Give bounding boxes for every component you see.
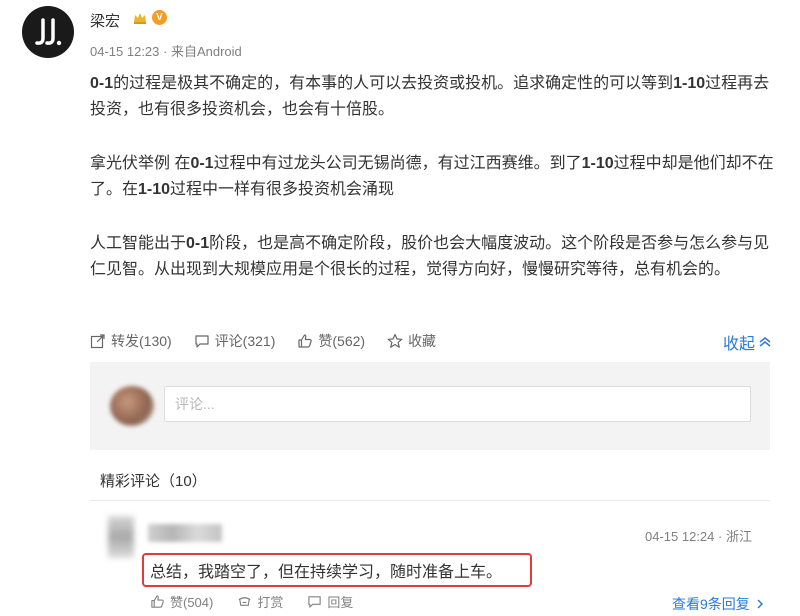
post-text: 人工智能出于 xyxy=(90,234,187,252)
star-icon xyxy=(387,333,403,348)
post-text: 过程中一样有很多投资机会涌现 xyxy=(170,181,395,199)
repost-icon xyxy=(90,334,105,349)
view-more-replies-link[interactable]: 查看9条回复 xyxy=(672,594,766,614)
avatar-logo-icon xyxy=(35,18,62,46)
post-paragraph: 人工智能出于0-1阶段，也是高不确定阶段，股价也会大幅度波动。这个阶段是否参与怎… xyxy=(90,231,780,284)
current-user-avatar xyxy=(110,386,154,426)
reply-icon xyxy=(308,596,322,608)
post-text: 的过程是极其不确定的，有本事的人可以去投资或投机。追求确定性的可以等到 xyxy=(113,75,674,92)
favorite-label: 收藏 xyxy=(408,333,437,349)
verified-v-icon: V xyxy=(152,10,167,25)
repost-button[interactable]: 转发(130) xyxy=(90,331,172,351)
post-bold-text: 1-10 xyxy=(673,75,706,92)
comment-button[interactable]: 评论(321) xyxy=(194,331,276,351)
post-bold-text: 0-1 xyxy=(90,75,114,92)
comment-highlight-box: 总结，我踏空了，但在持续学习，随时准备上车。 xyxy=(142,553,532,587)
gift-icon xyxy=(238,597,251,606)
comment-icon xyxy=(195,335,209,348)
comment-composer xyxy=(90,362,770,450)
post-paragraph: 拿光伏举例 在0-1过程中有过龙头公司无锡尚德，有过江西赛维。到了1-10过程中… xyxy=(90,151,780,204)
post-bold-text: 1-10 xyxy=(138,181,171,199)
chevron-right-icon xyxy=(757,599,763,609)
post-text: 过程中有过龙头公司无锡尚德，有过江西赛维。到了 xyxy=(213,154,582,172)
comment-tip-button[interactable]: 打赏 xyxy=(237,592,283,611)
more-replies-label: 查看9条回复 xyxy=(672,596,750,612)
comment-label: 评论(321) xyxy=(214,333,276,349)
post-paragraph: 0-1的过程是极其不确定的，有本事的人可以去投资或投机。追求确定性的可以等到1-… xyxy=(90,71,780,124)
comment-tip-label: 打赏 xyxy=(257,595,284,610)
post-meta: 04-15 12:23 · 来自Android xyxy=(90,41,242,60)
like-icon xyxy=(151,595,164,608)
post-bold-text: 1-10 xyxy=(581,154,614,172)
post-text: 拿光伏举例 在 xyxy=(90,154,191,172)
crown-icon xyxy=(134,13,146,24)
post-bold-text: 0-1 xyxy=(190,154,214,172)
comment-like-button[interactable]: 赞(504) xyxy=(150,592,213,611)
divider xyxy=(90,500,770,501)
collapse-label: 收起 xyxy=(722,336,755,353)
post-actions: 转发(130) 评论(321) 赞(562) 收藏 收起 xyxy=(90,330,780,354)
comment-actions: 赞(504) 打赏 回复 xyxy=(150,592,377,611)
comment-like-label: 赞(504) xyxy=(170,595,214,610)
post-bold-text: 0-1 xyxy=(186,234,210,252)
like-icon xyxy=(298,334,313,348)
post-source: 来自Android xyxy=(170,44,242,59)
comment-input[interactable] xyxy=(164,386,751,422)
post-body: 0-1的过程是极其不确定的，有本事的人可以去投资或投机。追求确定性的可以等到1-… xyxy=(90,71,780,310)
post-date[interactable]: 04-15 12:23 xyxy=(90,44,159,59)
author-name[interactable]: 梁宏 xyxy=(90,10,120,31)
comment-reply-label: 回复 xyxy=(327,595,354,610)
commenter-avatar[interactable] xyxy=(108,516,134,558)
author-avatar[interactable] xyxy=(22,6,74,58)
chevron-up-icon xyxy=(759,337,771,347)
like-button[interactable]: 赞(562) xyxy=(297,331,365,351)
comment-text: 总结，我踏空了，但在持续学习，随时准备上车。 xyxy=(150,564,503,581)
collapse-button[interactable]: 收起 xyxy=(723,330,772,354)
favorite-button[interactable]: 收藏 xyxy=(387,331,436,351)
repost-label: 转发(130) xyxy=(111,333,172,349)
featured-comments-title: 精彩评论（10） xyxy=(100,473,207,490)
post-source-separator: · xyxy=(159,44,171,59)
commenter-name[interactable] xyxy=(148,524,222,542)
like-label: 赞(562) xyxy=(318,333,366,349)
comment-time: 04-15 12:24 · 浙江 xyxy=(645,529,752,544)
comment-reply-button[interactable]: 回复 xyxy=(307,592,353,611)
